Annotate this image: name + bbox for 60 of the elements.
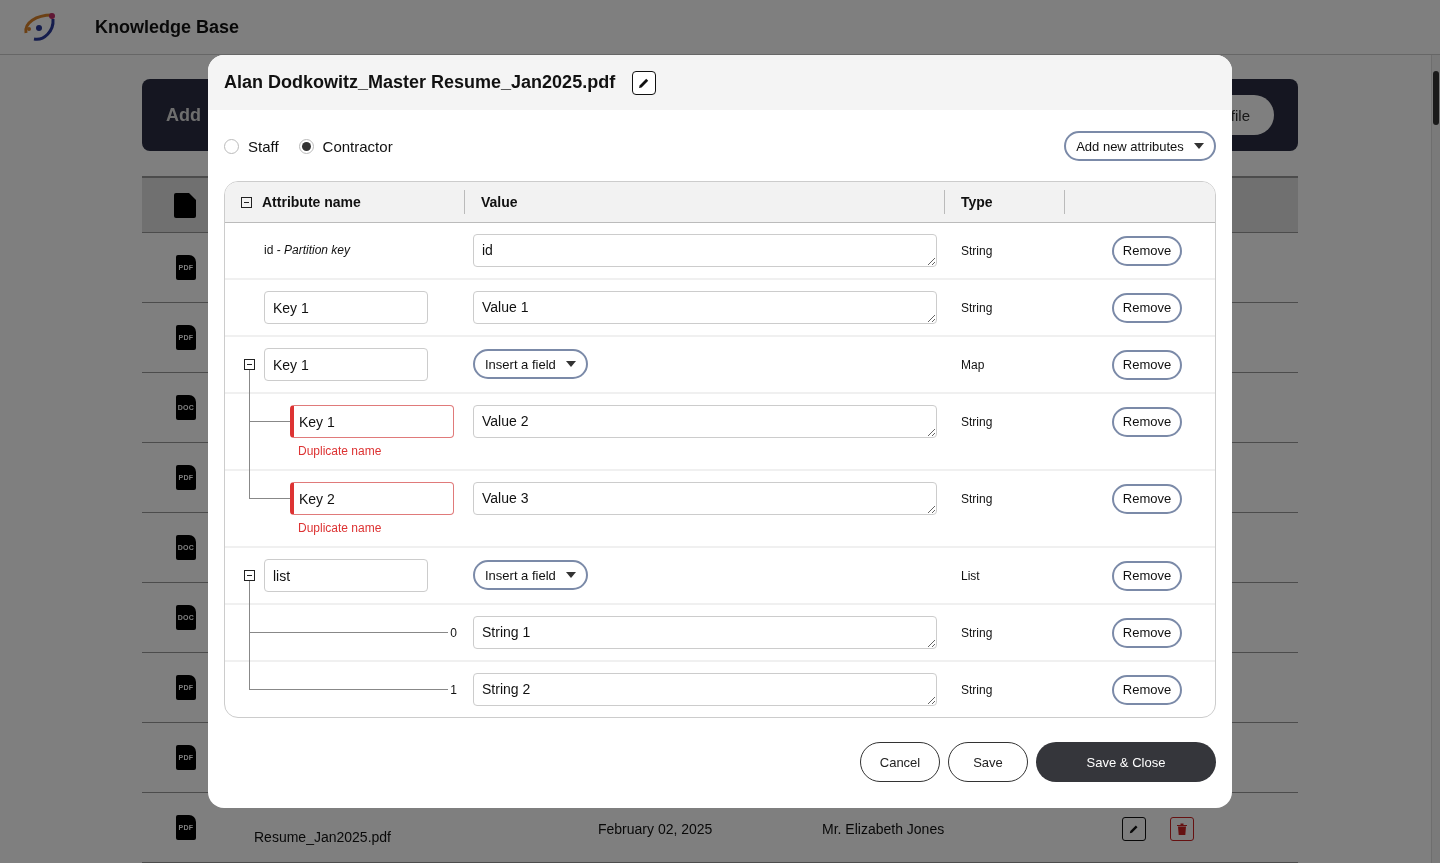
value-field[interactable]: Value 1 bbox=[473, 291, 937, 324]
secondary-button[interactable]: Save bbox=[948, 742, 1028, 782]
collapse-icon[interactable] bbox=[244, 359, 255, 370]
add-attributes-dropdown[interactable]: Add new attributes bbox=[1064, 131, 1216, 161]
value-field[interactable]: Value 2 bbox=[473, 405, 937, 438]
remove-button[interactable]: Remove bbox=[1112, 560, 1182, 591]
file-date: February 02, 2025 bbox=[598, 821, 713, 837]
type-label: String bbox=[961, 682, 993, 697]
remove-button[interactable]: Remove bbox=[1112, 292, 1182, 323]
logo-icon bbox=[22, 11, 58, 43]
file-name: Resume_Jan2025.pdf bbox=[254, 829, 391, 845]
rename-button[interactable] bbox=[632, 70, 657, 95]
attribute-name-field[interactable]: Key 1 bbox=[264, 291, 428, 324]
type-label: String bbox=[961, 491, 993, 506]
role-radio[interactable]: Staff bbox=[224, 137, 279, 155]
type-label: String bbox=[961, 414, 993, 429]
value-field[interactable]: String 2 bbox=[473, 673, 937, 706]
secondary-button[interactable]: Cancel bbox=[860, 742, 940, 782]
error-message: Duplicate name bbox=[298, 444, 382, 458]
remove-button[interactable]: Remove bbox=[1112, 674, 1182, 705]
type-label: Map bbox=[961, 357, 985, 372]
remove-button[interactable]: Remove bbox=[1112, 406, 1182, 437]
type-label: String bbox=[961, 625, 993, 640]
list-index: 1 bbox=[450, 681, 457, 699]
attribute-name: id - Partition key bbox=[264, 242, 351, 259]
column-header: Value bbox=[481, 194, 518, 210]
dialog-title: Alan Dodkowitz_Master Resume_Jan2025.pdf bbox=[224, 72, 616, 93]
value-field[interactable]: String 1 bbox=[473, 616, 937, 649]
type-label: String bbox=[961, 300, 993, 315]
add-button[interactable]: Add bbox=[166, 104, 201, 126]
remove-button[interactable]: Remove bbox=[1112, 483, 1182, 514]
column-header: Type bbox=[961, 194, 993, 210]
attribute-name-field[interactable]: Key 1 bbox=[290, 405, 454, 438]
list-index: 0 bbox=[450, 624, 457, 642]
app-title: Knowledge Base bbox=[95, 16, 240, 38]
attribute-name-field[interactable]: Key 2 bbox=[290, 482, 454, 515]
delete-button[interactable] bbox=[1170, 817, 1194, 841]
trash-icon bbox=[1177, 823, 1187, 835]
pencil-icon bbox=[1129, 823, 1139, 835]
attribute-name-field[interactable]: list bbox=[264, 559, 428, 592]
collapse-icon[interactable] bbox=[244, 570, 255, 581]
value-field[interactable]: id bbox=[473, 234, 937, 267]
remove-button[interactable]: Remove bbox=[1112, 617, 1182, 648]
primary-button[interactable]: Save & Close bbox=[1036, 742, 1216, 782]
error-message: Duplicate name bbox=[298, 521, 382, 535]
pencil-icon bbox=[638, 76, 651, 89]
column-header: Attribute name bbox=[262, 194, 361, 210]
insert-field-dropdown[interactable]: Insert a field bbox=[473, 560, 588, 590]
file-owner: Mr. Elizabeth Jones bbox=[822, 821, 945, 837]
insert-field-dropdown[interactable]: Insert a field bbox=[473, 349, 588, 379]
file-icon bbox=[174, 192, 196, 218]
remove-button[interactable]: Remove bbox=[1112, 349, 1182, 380]
role-radio[interactable]: Contractor bbox=[298, 137, 393, 155]
remove-button[interactable]: Remove bbox=[1112, 235, 1182, 266]
value-field[interactable]: Value 3 bbox=[473, 482, 937, 515]
collapse-all-icon[interactable] bbox=[241, 196, 252, 208]
type-label: List bbox=[961, 568, 980, 583]
attribute-name-field[interactable]: Key 1 bbox=[264, 348, 428, 381]
type-label: String bbox=[961, 243, 993, 258]
edit-button[interactable] bbox=[1122, 817, 1146, 841]
